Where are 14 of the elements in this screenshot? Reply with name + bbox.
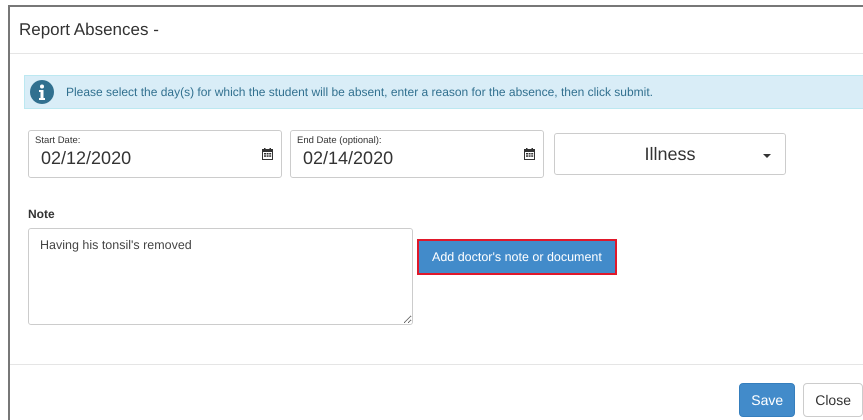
- save-button[interactable]: Save: [739, 383, 796, 417]
- info-icon: [30, 80, 54, 104]
- calendar-icon: [524, 148, 535, 160]
- calendar-icon: [262, 148, 273, 160]
- reason-dropdown[interactable]: Illness: [554, 133, 786, 175]
- date-field[interactable]: Start Date: 02/12/2020: [28, 130, 282, 178]
- caret-icon: [763, 154, 771, 158]
- dialog-title: Report Absences -: [19, 20, 159, 40]
- date-field[interactable]: End Date (optional): 02/14/2020: [290, 130, 544, 178]
- alert-message: Please select the day(s) for which the student will be absent, enter a reason for the absence, then click submit.: [66, 85, 653, 99]
- note-label: Note: [28, 207, 56, 221]
- close-button[interactable]: Close: [803, 383, 863, 417]
- add-document-button[interactable]: Add doctor's note or document: [417, 239, 617, 275]
- note-field[interactable]: Having his tonsil's removed: [28, 228, 413, 325]
